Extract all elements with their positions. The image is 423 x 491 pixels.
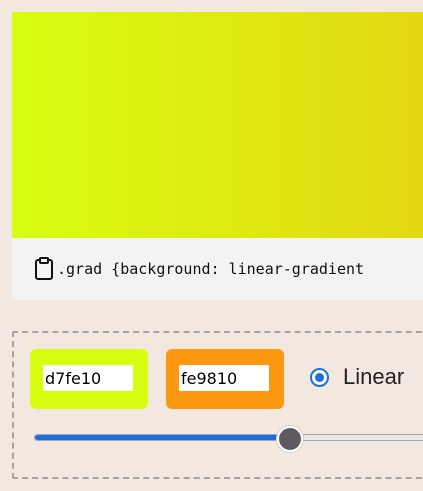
slider-track[interactable] (34, 434, 423, 441)
clipboard-icon[interactable] (34, 257, 54, 281)
linear-radio-label: Linear (343, 364, 405, 389)
color-swatch-2 (166, 349, 284, 409)
gradient-position-slider[interactable] (34, 426, 423, 452)
color-1-input[interactable] (43, 365, 133, 391)
slider-thumb[interactable] (277, 426, 303, 452)
slider-fill (35, 435, 290, 440)
linear-radio-button[interactable] (310, 367, 329, 387)
css-code-bar: .grad {background: linear-gradient (12, 238, 423, 300)
color-swatch-1 (30, 349, 148, 409)
linear-radio-option[interactable]: Linear (310, 364, 404, 390)
css-code-text: .grad {background: linear-gradient (57, 260, 365, 278)
color-2-input[interactable] (179, 365, 269, 391)
gradient-controls: Linear (12, 331, 423, 479)
gradient-preview (12, 12, 423, 238)
